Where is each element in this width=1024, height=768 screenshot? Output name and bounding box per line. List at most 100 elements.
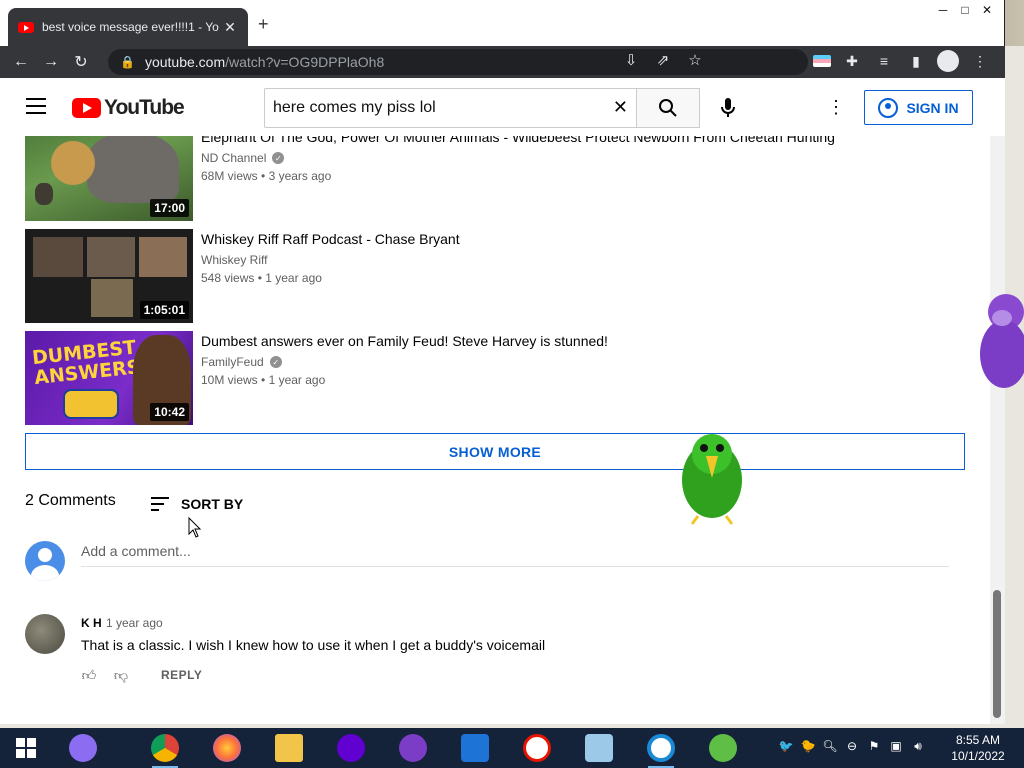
video-meta: 10M views • 1 year ago xyxy=(201,373,326,387)
chrome-taskbar-icon[interactable] xyxy=(148,732,182,768)
tray-search-icon[interactable]: 🔍︎ xyxy=(822,738,838,754)
search-icon xyxy=(659,99,677,117)
sort-icon xyxy=(151,497,169,511)
side-panel-icon[interactable]: ▮ xyxy=(905,53,927,70)
new-tab-button[interactable]: + xyxy=(258,14,269,35)
firefox-taskbar-icon[interactable] xyxy=(210,732,244,764)
taskbar-clock[interactable]: 8:55 AM 10/1/2022 xyxy=(946,732,1010,764)
scrollbar-thumb[interactable] xyxy=(993,590,1001,718)
yandex-taskbar-icon[interactable] xyxy=(520,732,554,764)
tray-minus-icon[interactable]: ⊖ xyxy=(844,738,860,754)
menu-icon[interactable] xyxy=(26,98,46,114)
tray-bird2-icon[interactable]: 🐤 xyxy=(800,738,816,754)
forward-icon[interactable]: → xyxy=(36,47,66,77)
network-icon[interactable]: ▣ xyxy=(888,738,904,754)
video-duration: 1:05:01 xyxy=(139,301,189,319)
video-channel[interactable]: Whiskey Riff xyxy=(201,253,267,267)
sort-by-label: SORT BY xyxy=(181,496,244,512)
show-more-button[interactable]: SHOW MORE xyxy=(25,433,965,470)
comment-input[interactable]: Add a comment... xyxy=(81,543,949,567)
kebab-menu-icon[interactable]: ⋮ xyxy=(969,53,991,70)
star-icon[interactable]: ☆ xyxy=(685,51,705,69)
tab-bar: best voice message ever!!!!1 - Yo ✕ + ─ … xyxy=(0,0,1005,46)
tab-title: best voice message ever!!!!1 - Yo xyxy=(42,20,219,34)
back-icon[interactable]: ← xyxy=(6,47,36,77)
search-button[interactable] xyxy=(636,88,700,128)
youtube-header: YouTube here comes my piss lol ✕ ⋮ SIGN … xyxy=(0,78,1005,136)
voice-search-button[interactable] xyxy=(712,92,744,124)
video-thumbnail[interactable]: DUMBEST ANSWERS 10:42 xyxy=(25,331,193,425)
video-channel[interactable]: FamilyFeud ✓ xyxy=(201,355,282,369)
yahoo-taskbar-icon[interactable] xyxy=(334,732,368,764)
comment: K H 1 year ago That is a classic. I wish… xyxy=(25,614,949,694)
verified-icon: ✓ xyxy=(272,152,285,164)
video-title[interactable]: Whiskey Riff Raff Podcast - Chase Bryant xyxy=(201,231,460,247)
verified-icon: ✓ xyxy=(269,356,282,368)
mic-icon xyxy=(721,98,735,117)
clock-time: 8:55 AM xyxy=(955,733,1001,747)
start-button[interactable] xyxy=(0,728,52,768)
cortana-taskbar-icon[interactable] xyxy=(66,732,100,764)
youtube-favicon-icon xyxy=(18,21,34,33)
browser-window: best voice message ever!!!!1 - Yo ✕ + ─ … xyxy=(0,0,1005,724)
media-control-icon[interactable]: ≡ xyxy=(873,53,895,69)
taskbar: 🐦 🐤 🔍︎ ⊖ ⚑ ▣ 🔊︎ 8:55 AM 10/1/2022 xyxy=(0,728,1024,768)
bonzi-buddy-desktop-buddy[interactable] xyxy=(972,290,1024,392)
reply-button[interactable]: REPLY xyxy=(161,668,202,682)
related-video[interactable]: 1:05:01 Whiskey Riff Raff Podcast - Chas… xyxy=(25,229,985,323)
thumbnail-text: DUMBEST ANSWERS xyxy=(31,336,142,390)
thumbs-up-icon[interactable]: 👍︎ xyxy=(81,667,97,683)
file-explorer-taskbar-icon[interactable] xyxy=(272,732,306,764)
thumbs-down-icon[interactable]: 👎︎ xyxy=(113,667,129,683)
video-duration: 17:00 xyxy=(150,199,189,217)
comment-time[interactable]: 1 year ago xyxy=(106,616,163,630)
clear-search-icon[interactable]: ✕ xyxy=(613,97,628,118)
profile-avatar-icon[interactable] xyxy=(937,50,959,72)
tray-bird-icon[interactable]: 🐦 xyxy=(778,738,794,754)
reload-icon[interactable]: ↻ xyxy=(66,47,96,77)
browser-tab-active[interactable]: best voice message ever!!!!1 - Yo ✕ xyxy=(8,8,248,46)
install-icon[interactable]: ⇩ xyxy=(621,51,641,69)
extensions-bar: ✚ ≡ ▮ ⋮ xyxy=(813,50,991,72)
tab-close-icon[interactable]: ✕ xyxy=(222,19,238,36)
comments-header: 2 Comments SORT BY xyxy=(25,492,243,512)
video-meta: 548 views • 1 year ago xyxy=(201,271,322,285)
close-window-button[interactable]: ✕ xyxy=(977,2,997,18)
parrot-desktop-buddy[interactable] xyxy=(676,428,748,526)
search-app-taskbar-icon[interactable] xyxy=(644,732,678,768)
page-content: 17:00 Elephant Of The God, Power Of Moth… xyxy=(0,136,990,724)
comment-avatar[interactable] xyxy=(25,614,65,654)
comment-author[interactable]: K H xyxy=(81,616,102,630)
video-channel[interactable]: ND Channel ✓ xyxy=(201,151,285,165)
video-title[interactable]: Dumbest answers ever on Family Feud! Ste… xyxy=(201,333,608,349)
scrollbar[interactable] xyxy=(990,136,1005,724)
media-app-taskbar-icon[interactable] xyxy=(582,732,616,764)
ccleaner-taskbar-icon[interactable] xyxy=(706,732,740,764)
minimize-button[interactable]: ─ xyxy=(933,2,953,18)
video-meta: 68M views • 3 years ago xyxy=(201,169,332,183)
search-input[interactable]: here comes my piss lol ✕ xyxy=(264,88,636,128)
trans-flag-extension-icon[interactable] xyxy=(813,55,831,67)
clock-date: 10/1/2022 xyxy=(951,749,1005,763)
puzzle-icon[interactable]: ✚ xyxy=(841,53,863,70)
sort-by-button[interactable]: SORT BY xyxy=(151,496,243,512)
video-thumbnail[interactable]: 1:05:01 xyxy=(25,229,193,323)
related-video[interactable]: 17:00 Elephant Of The God, Power Of Moth… xyxy=(25,136,985,221)
tray-flag-icon[interactable]: ⚑ xyxy=(866,738,882,754)
youtube-logo[interactable]: YouTube xyxy=(72,96,185,120)
video-title[interactable]: Elephant Of The God, Power Of Mother Ani… xyxy=(201,136,835,145)
related-video[interactable]: DUMBEST ANSWERS 10:42 Dumbest answers ev… xyxy=(25,331,985,425)
maximize-button[interactable]: □ xyxy=(955,2,975,18)
more-icon[interactable]: ⋮ xyxy=(826,94,846,120)
sign-in-button[interactable]: SIGN IN xyxy=(864,90,973,125)
bonzi-taskbar-icon[interactable] xyxy=(396,732,430,764)
mouse-cursor xyxy=(188,517,202,538)
video-thumbnail[interactable]: 17:00 xyxy=(25,136,193,221)
volume-icon[interactable]: 🔊︎ xyxy=(910,738,926,754)
app-a-taskbar-icon[interactable] xyxy=(458,732,492,764)
avatar xyxy=(25,541,65,581)
video-duration: 10:42 xyxy=(150,403,189,421)
channel-name: ND Channel xyxy=(201,151,267,165)
add-comment: Add a comment... xyxy=(25,541,949,581)
share-icon[interactable]: ⇗ xyxy=(653,51,673,69)
